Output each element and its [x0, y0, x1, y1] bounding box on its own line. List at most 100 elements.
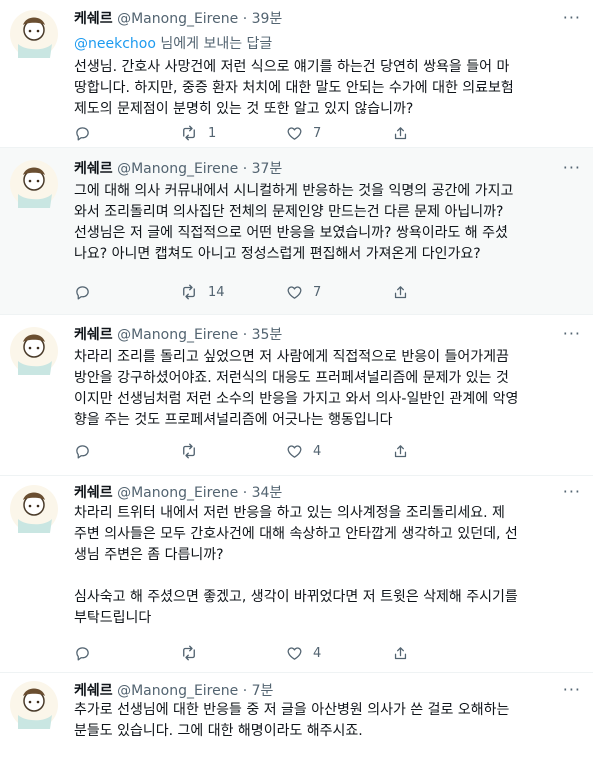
- separator-dot: ·: [242, 485, 248, 501]
- reply-button[interactable]: [74, 441, 91, 461]
- tweet-text-line: 추가로 선생님에 대한 반응들 중 저 글을 아산병원 의사가 쓴 걸로 오해하…: [74, 702, 510, 718]
- tweet-text: 차라리 트위터 내에서 저런 반응을 하고 있는 의사계정을 조리돌리세요. 제…: [74, 503, 579, 629]
- more-icon[interactable]: ···: [563, 8, 581, 27]
- share-button[interactable]: [392, 282, 409, 302]
- retweet-icon: [183, 284, 195, 300]
- more-icon[interactable]: ···: [563, 324, 581, 343]
- retweet-icon: [183, 125, 195, 141]
- tweet-text-line: 심사숙고 해 주셨으면 좋겠고, 생각이 바뀌었다면 저 트윗은 삭제해 주시기…: [74, 589, 518, 605]
- tweet-text-line: 땅합니다. 하지만, 중증 환자 처치에 대한 말도 안되는 수가에 대한 의료…: [74, 80, 514, 96]
- avatar[interactable]: [10, 10, 58, 58]
- tweet-text-line: 제도의 문제점이 분명히 있는 것 또한 알고 있지 않습니까?: [74, 101, 414, 117]
- share-button[interactable]: [392, 123, 409, 143]
- share-button[interactable]: [392, 441, 409, 461]
- reply-button[interactable]: [74, 643, 91, 663]
- tweet-text-line: 이지만 선생님처럼 저런 소수의 반응을 가지고 와서 의사-일반인 관계에 악…: [74, 391, 519, 407]
- tweet-text-line: 그에 대해 의사 커뮤내에서 시니컬하게 반응하는 것을 익명의 공간에 가지고: [74, 183, 514, 199]
- tweet-text: 그에 대해 의사 커뮤내에서 시니컬하게 반응하는 것을 익명의 공간에 가지고…: [74, 181, 579, 265]
- timestamp[interactable]: 34분: [252, 485, 283, 501]
- user-handle[interactable]: @Manong_Eirene: [117, 11, 238, 27]
- separator-dot: ·: [242, 161, 248, 177]
- tweet-text: 추가로 선생님에 대한 반응들 중 저 글을 아산병원 의사가 쓴 걸로 오해하…: [74, 700, 579, 742]
- retweet-button[interactable]: 14: [180, 282, 225, 302]
- timestamp[interactable]: 39분: [252, 11, 283, 27]
- like-icon: [287, 285, 302, 299]
- more-icon[interactable]: ···: [563, 680, 581, 699]
- separator-dot: ·: [242, 11, 248, 27]
- like-count: 4: [313, 443, 322, 459]
- tweet-actions: 14 7: [74, 282, 494, 302]
- retweet-count: 1: [208, 125, 217, 141]
- reply-context-suffix: 님에게 보내는 답글: [155, 36, 273, 52]
- display-name[interactable]: 케쉐르: [74, 683, 113, 699]
- retweet-icon: [183, 645, 195, 661]
- display-name[interactable]: 케쉐르: [74, 161, 113, 177]
- reply-icon: [76, 646, 89, 661]
- tweet-text-line: 와서 조리돌리며 의사집단 전체의 문제인양 만드는건 다른 문제 아닙니까?: [74, 204, 504, 220]
- tweet-text-line: 방안을 강구하셨어야죠. 저런식의 대응도 프러페셔널리즘에 문제가 있는 것: [74, 370, 509, 386]
- like-count: 7: [313, 284, 322, 300]
- retweet-icon: [183, 443, 195, 459]
- more-icon[interactable]: ···: [563, 482, 581, 501]
- separator-dot: ·: [242, 683, 248, 699]
- separator-dot: ·: [242, 327, 248, 343]
- retweet-button[interactable]: 1: [180, 123, 216, 143]
- tweet-4[interactable]: 케쉐르 @Manong_Eirene · 34분 ··· 차라리 트위터 내에서…: [0, 476, 593, 672]
- like-button[interactable]: 7: [286, 123, 321, 143]
- like-count: 4: [313, 645, 322, 661]
- tweet-text-line: 선생님. 간호사 사망건에 저런 식으로 얘기를 하는건 당연히 쌍욕을 들어 …: [74, 59, 510, 75]
- tweet-text-line: 생님 주변은 좀 다릅니까?: [74, 547, 224, 563]
- tweet-text-line: [74, 566, 579, 587]
- display-name[interactable]: 케쉐르: [74, 485, 113, 501]
- display-name[interactable]: 케쉐르: [74, 327, 113, 343]
- retweet-button[interactable]: [180, 441, 208, 461]
- share-button[interactable]: [392, 643, 409, 663]
- tweet-3[interactable]: 케쉐르 @Manong_Eirene · 35분 ··· 차라리 조리를 돌리고…: [0, 315, 593, 475]
- like-icon: [287, 646, 302, 660]
- reply-button[interactable]: [74, 282, 91, 302]
- reply-icon: [76, 126, 89, 141]
- timestamp[interactable]: 7분: [252, 683, 274, 699]
- share-icon: [394, 444, 407, 457]
- tweet-1[interactable]: 케쉐르 @Manong_Eirene · 39분 ··· @neekchoo 님…: [0, 0, 593, 147]
- reply-context: @neekchoo 님에게 보내는 답글: [74, 33, 272, 53]
- tweet-actions: 4: [74, 643, 494, 663]
- tweet-text-line: 나요? 아니면 캡쳐도 아니고 정성스럽게 편집해서 가져온게 다인가요?: [74, 246, 481, 262]
- retweet-count: 14: [208, 284, 225, 300]
- tweet-5[interactable]: 케쉐르 @Manong_Eirene · 7분 ··· 추가로 선생님에 대한 …: [0, 673, 593, 777]
- more-icon[interactable]: ···: [563, 158, 581, 177]
- tweet-text-line: 차라리 조리를 돌리고 싶었으면 저 사람에게 직접적으로 반응이 들어가게끔: [74, 349, 509, 365]
- tweet-actions: 1 7: [74, 123, 494, 143]
- tweet-text-line: 주변 의사들은 모두 간호사건에 대해 속상하고 안타깝게 생각하고 있던데, …: [74, 526, 518, 542]
- avatar[interactable]: [10, 160, 58, 208]
- share-icon: [394, 285, 407, 298]
- like-icon: [287, 444, 302, 458]
- user-handle[interactable]: @Manong_Eirene: [117, 161, 238, 177]
- user-handle[interactable]: @Manong_Eirene: [117, 485, 238, 501]
- user-handle[interactable]: @Manong_Eirene: [117, 683, 238, 699]
- tweet-text-line: 차라리 트위터 내에서 저런 반응을 하고 있는 의사계정을 조리돌리세요. 제: [74, 505, 505, 521]
- avatar[interactable]: [10, 681, 58, 729]
- like-button[interactable]: 4: [286, 643, 321, 663]
- like-count: 7: [313, 125, 322, 141]
- timestamp[interactable]: 35분: [252, 327, 283, 343]
- tweet-text-line: 선생님은 저 글에 직접적으로 어떤 반응을 보였습니까? 쌍욕이라도 해 주셨: [74, 225, 508, 241]
- tweet-text: 선생님. 간호사 사망건에 저런 식으로 얘기를 하는건 당연히 쌍욕을 들어 …: [74, 57, 579, 120]
- tweet-text-line: 부탁드립니다: [74, 610, 152, 626]
- avatar[interactable]: [10, 327, 58, 375]
- like-button[interactable]: 7: [286, 282, 321, 302]
- share-icon: [394, 126, 407, 139]
- avatar[interactable]: [10, 485, 58, 533]
- display-name[interactable]: 케쉐르: [74, 11, 113, 27]
- like-button[interactable]: 4: [286, 441, 321, 461]
- tweet-text-line: 분들도 있습니다. 그에 대한 해명이라도 해주시죠.: [74, 723, 363, 739]
- share-icon: [394, 646, 407, 659]
- reply-button[interactable]: [74, 123, 91, 143]
- tweet-2[interactable]: 케쉐르 @Manong_Eirene · 37분 ··· 그에 대해 의사 커뮤…: [0, 148, 593, 314]
- user-handle[interactable]: @Manong_Eirene: [117, 327, 238, 343]
- reply-mention-link[interactable]: @neekchoo: [74, 36, 156, 52]
- timestamp[interactable]: 37분: [252, 161, 283, 177]
- reply-icon: [76, 285, 89, 300]
- retweet-button[interactable]: [180, 643, 208, 663]
- tweet-text: 차라리 조리를 돌리고 싶었으면 저 사람에게 직접적으로 반응이 들어가게끔 …: [74, 347, 579, 431]
